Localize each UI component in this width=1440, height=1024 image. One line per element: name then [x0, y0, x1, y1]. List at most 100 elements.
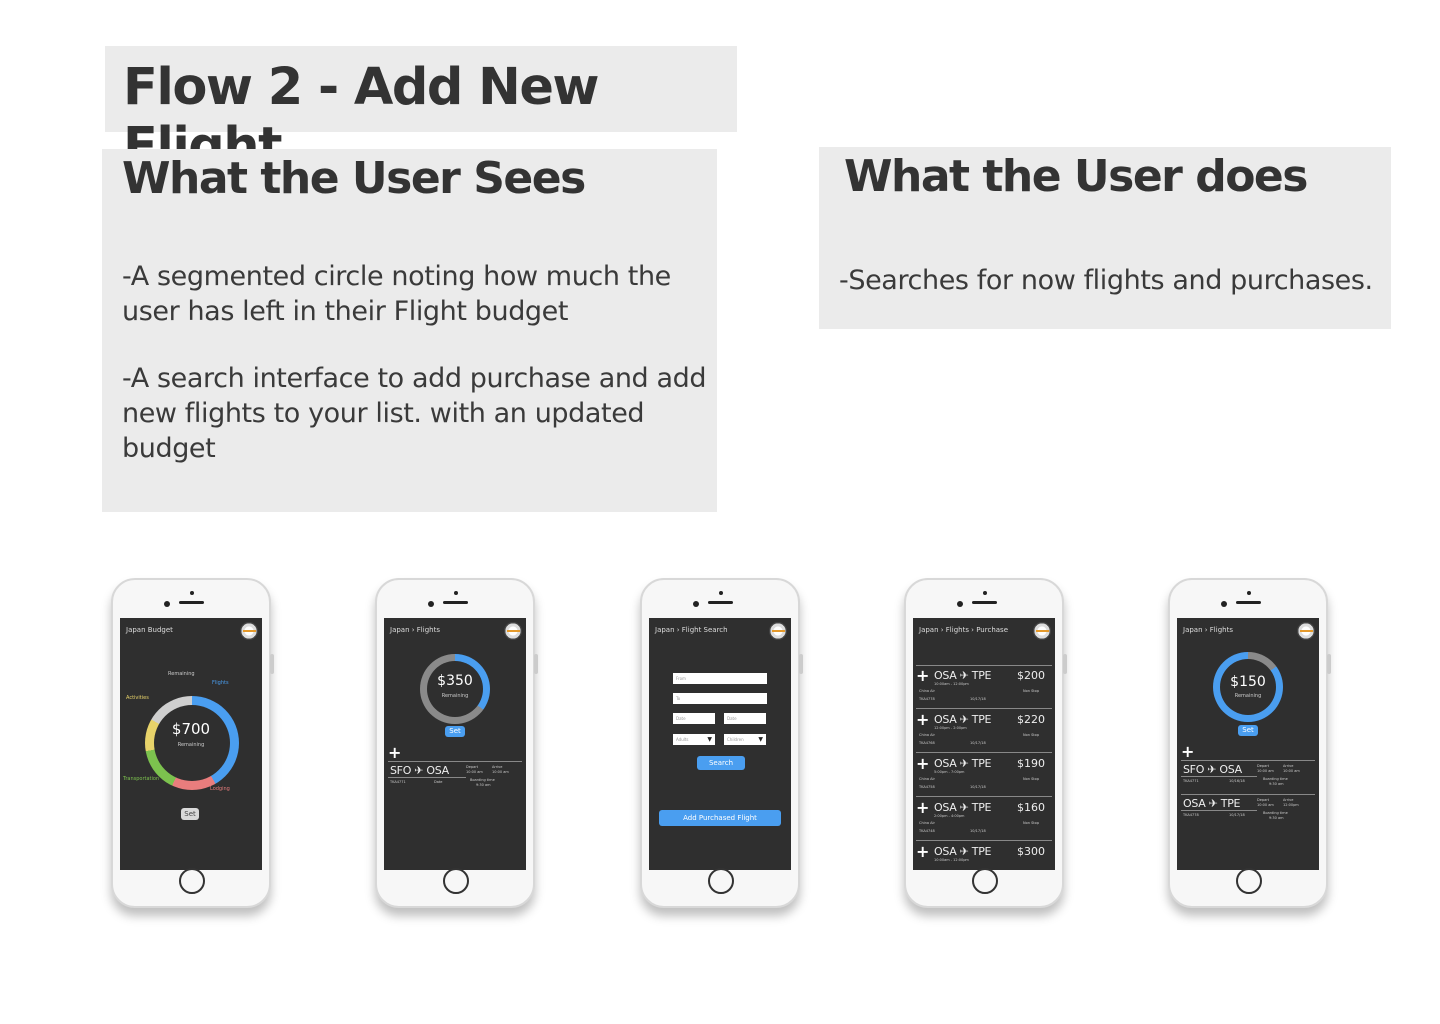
add-flight-plus-icon[interactable]: +: [388, 745, 401, 761]
user-sees-point-2: -A search interface to add purchase and …: [122, 363, 707, 464]
children-select-label: Children: [727, 737, 744, 742]
home-button[interactable]: [179, 868, 205, 894]
home-button[interactable]: [972, 868, 998, 894]
flight-arrive-label: Arrive: [492, 765, 503, 769]
app-logo-icon: [769, 622, 787, 640]
phone-side-button: [1327, 654, 1331, 674]
budget-sub-label: Remaining: [1234, 693, 1262, 699]
home-button[interactable]: [443, 868, 469, 894]
set-button[interactable]: Set: [1238, 725, 1258, 736]
ring-center: [427, 661, 483, 717]
adults-select[interactable]: Adults ▼: [673, 734, 715, 745]
boarding-time: 9:30 am: [476, 783, 491, 787]
boarding-label: Boarding time: [1263, 811, 1288, 815]
flight-route[interactable]: OSA ✈ TPE: [934, 713, 991, 726]
set-button[interactable]: Set: [445, 726, 465, 737]
flight-date: 10/17/18: [970, 829, 986, 833]
purchase-screen: Japan › Flights › Purchase + OSA ✈ TPE $…: [913, 618, 1055, 870]
return-date-input[interactable]: Date: [724, 713, 766, 724]
boarding-label: Boarding time: [1263, 777, 1288, 781]
flight-depart-time: 10:00 am: [1257, 769, 1274, 773]
flight-route[interactable]: OSA ✈ TPE: [934, 669, 991, 682]
user-does-point-1: -Searches for now flights and purchases.: [839, 265, 1373, 296]
phone-sensor: [1247, 591, 1251, 595]
phone-side-button: [799, 654, 803, 674]
flight-code: TKA4758: [919, 785, 935, 789]
add-flight-plus-icon[interactable]: +: [916, 800, 929, 816]
add-flight-plus-icon[interactable]: +: [916, 756, 929, 772]
flight-depart-label: Depart: [1257, 764, 1270, 768]
flight-airline: China Air: [919, 733, 935, 737]
flight-code: TKA4768: [919, 741, 935, 745]
phone-camera: [693, 601, 699, 607]
budget-screen: Japan Budget $700 Remaining Remaining Fl…: [120, 618, 262, 870]
boarding-label: Boarding time: [470, 778, 495, 782]
flight-arrive-time: 10:00 am: [492, 770, 509, 774]
flight-time: 12:00pm - 2:00pm: [934, 726, 967, 730]
phone-speaker: [708, 601, 733, 604]
divider: [916, 752, 1052, 753]
boarding-time: 9:30 am: [1269, 782, 1284, 786]
flight-arrive-label: Arrive: [1283, 764, 1294, 768]
breadcrumb: Japan › Flights › Purchase: [919, 626, 1008, 634]
search-button[interactable]: Search: [697, 756, 745, 770]
breadcrumb: Japan › Flights: [390, 626, 440, 634]
breadcrumb: Japan › Flights: [1183, 626, 1233, 634]
divider: [1181, 760, 1315, 761]
home-button[interactable]: [708, 868, 734, 894]
flight-arrive-time: 10:00 am: [1283, 769, 1300, 773]
flight-route[interactable]: SFO ✈ OSA: [1183, 763, 1242, 776]
to-input[interactable]: To: [673, 693, 767, 704]
budget-sub-label: Remaining: [441, 693, 469, 699]
budget-amount: $150: [1230, 674, 1266, 690]
phone-side-button: [1063, 654, 1067, 674]
label-activities: Activities: [126, 695, 149, 701]
flight-airline: China Air: [919, 689, 935, 693]
flight-code: TKA4778: [919, 697, 935, 701]
add-purchased-flight-button[interactable]: Add Purchased Flight: [659, 810, 781, 826]
title-banner: Flow 2 - Add New Flight: [105, 46, 737, 176]
user-does-heading: What the User does: [844, 151, 1308, 202]
flight-date: 10/17/18: [970, 785, 986, 789]
depart-date-input[interactable]: Date: [673, 713, 715, 724]
home-button[interactable]: [1236, 868, 1262, 894]
phone-flights-initial: Japan › Flights $350 Remaining Set + SFO…: [375, 578, 538, 908]
user-sees-point-1: -A segmented circle noting how much the …: [122, 261, 671, 327]
add-flight-plus-icon[interactable]: +: [916, 712, 929, 728]
flight-route[interactable]: OSA ✈ TPE: [934, 757, 991, 770]
flight-depart-time: 10:00 am: [466, 770, 483, 774]
budget-amount: $700: [171, 720, 211, 738]
app-logo-icon: [1297, 622, 1315, 640]
flight-route[interactable]: OSA ✈ TPE: [934, 845, 991, 858]
add-flight-plus-icon[interactable]: +: [1181, 744, 1194, 760]
flight-depart-time: 10:00 am: [1257, 803, 1274, 807]
flight-route[interactable]: OSA ✈ TPE: [1183, 797, 1240, 810]
breadcrumb: Japan Budget: [126, 626, 173, 634]
flight-arrive-time: 12:00pm: [1283, 803, 1299, 807]
app-logo-icon: [504, 622, 522, 640]
app-logo-icon: [1033, 622, 1051, 640]
flight-time: 5:00pm - 7:00pm: [934, 770, 965, 774]
flight-time: 10:00am - 12:00pm: [934, 682, 969, 686]
phone-sensor: [454, 591, 458, 595]
flight-price: $160: [1017, 801, 1045, 814]
add-flight-plus-icon[interactable]: +: [916, 668, 929, 684]
divider: [916, 796, 1052, 797]
flight-price: $200: [1017, 669, 1045, 682]
children-select[interactable]: Children ▼: [724, 734, 766, 745]
add-flight-plus-icon[interactable]: +: [916, 844, 929, 860]
flight-code: TKA4771: [1183, 779, 1199, 783]
phone-speaker: [179, 601, 204, 604]
flight-date: 10/17/18: [1229, 813, 1245, 817]
flight-route[interactable]: SFO ✈ OSA: [390, 764, 449, 777]
phone-speaker: [972, 601, 997, 604]
phone-flights-updated: Japan › Flights $150 Remaining Set + SFO…: [1168, 578, 1331, 908]
set-button[interactable]: Set: [181, 808, 199, 820]
breadcrumb: Japan › Flight Search: [655, 626, 728, 634]
phone-speaker: [443, 601, 468, 604]
phone-camera: [164, 601, 170, 607]
flight-code: TKA4748: [919, 829, 935, 833]
flight-route[interactable]: OSA ✈ TPE: [934, 801, 991, 814]
budget-amount: $350: [437, 673, 473, 689]
from-input[interactable]: From: [673, 673, 767, 684]
